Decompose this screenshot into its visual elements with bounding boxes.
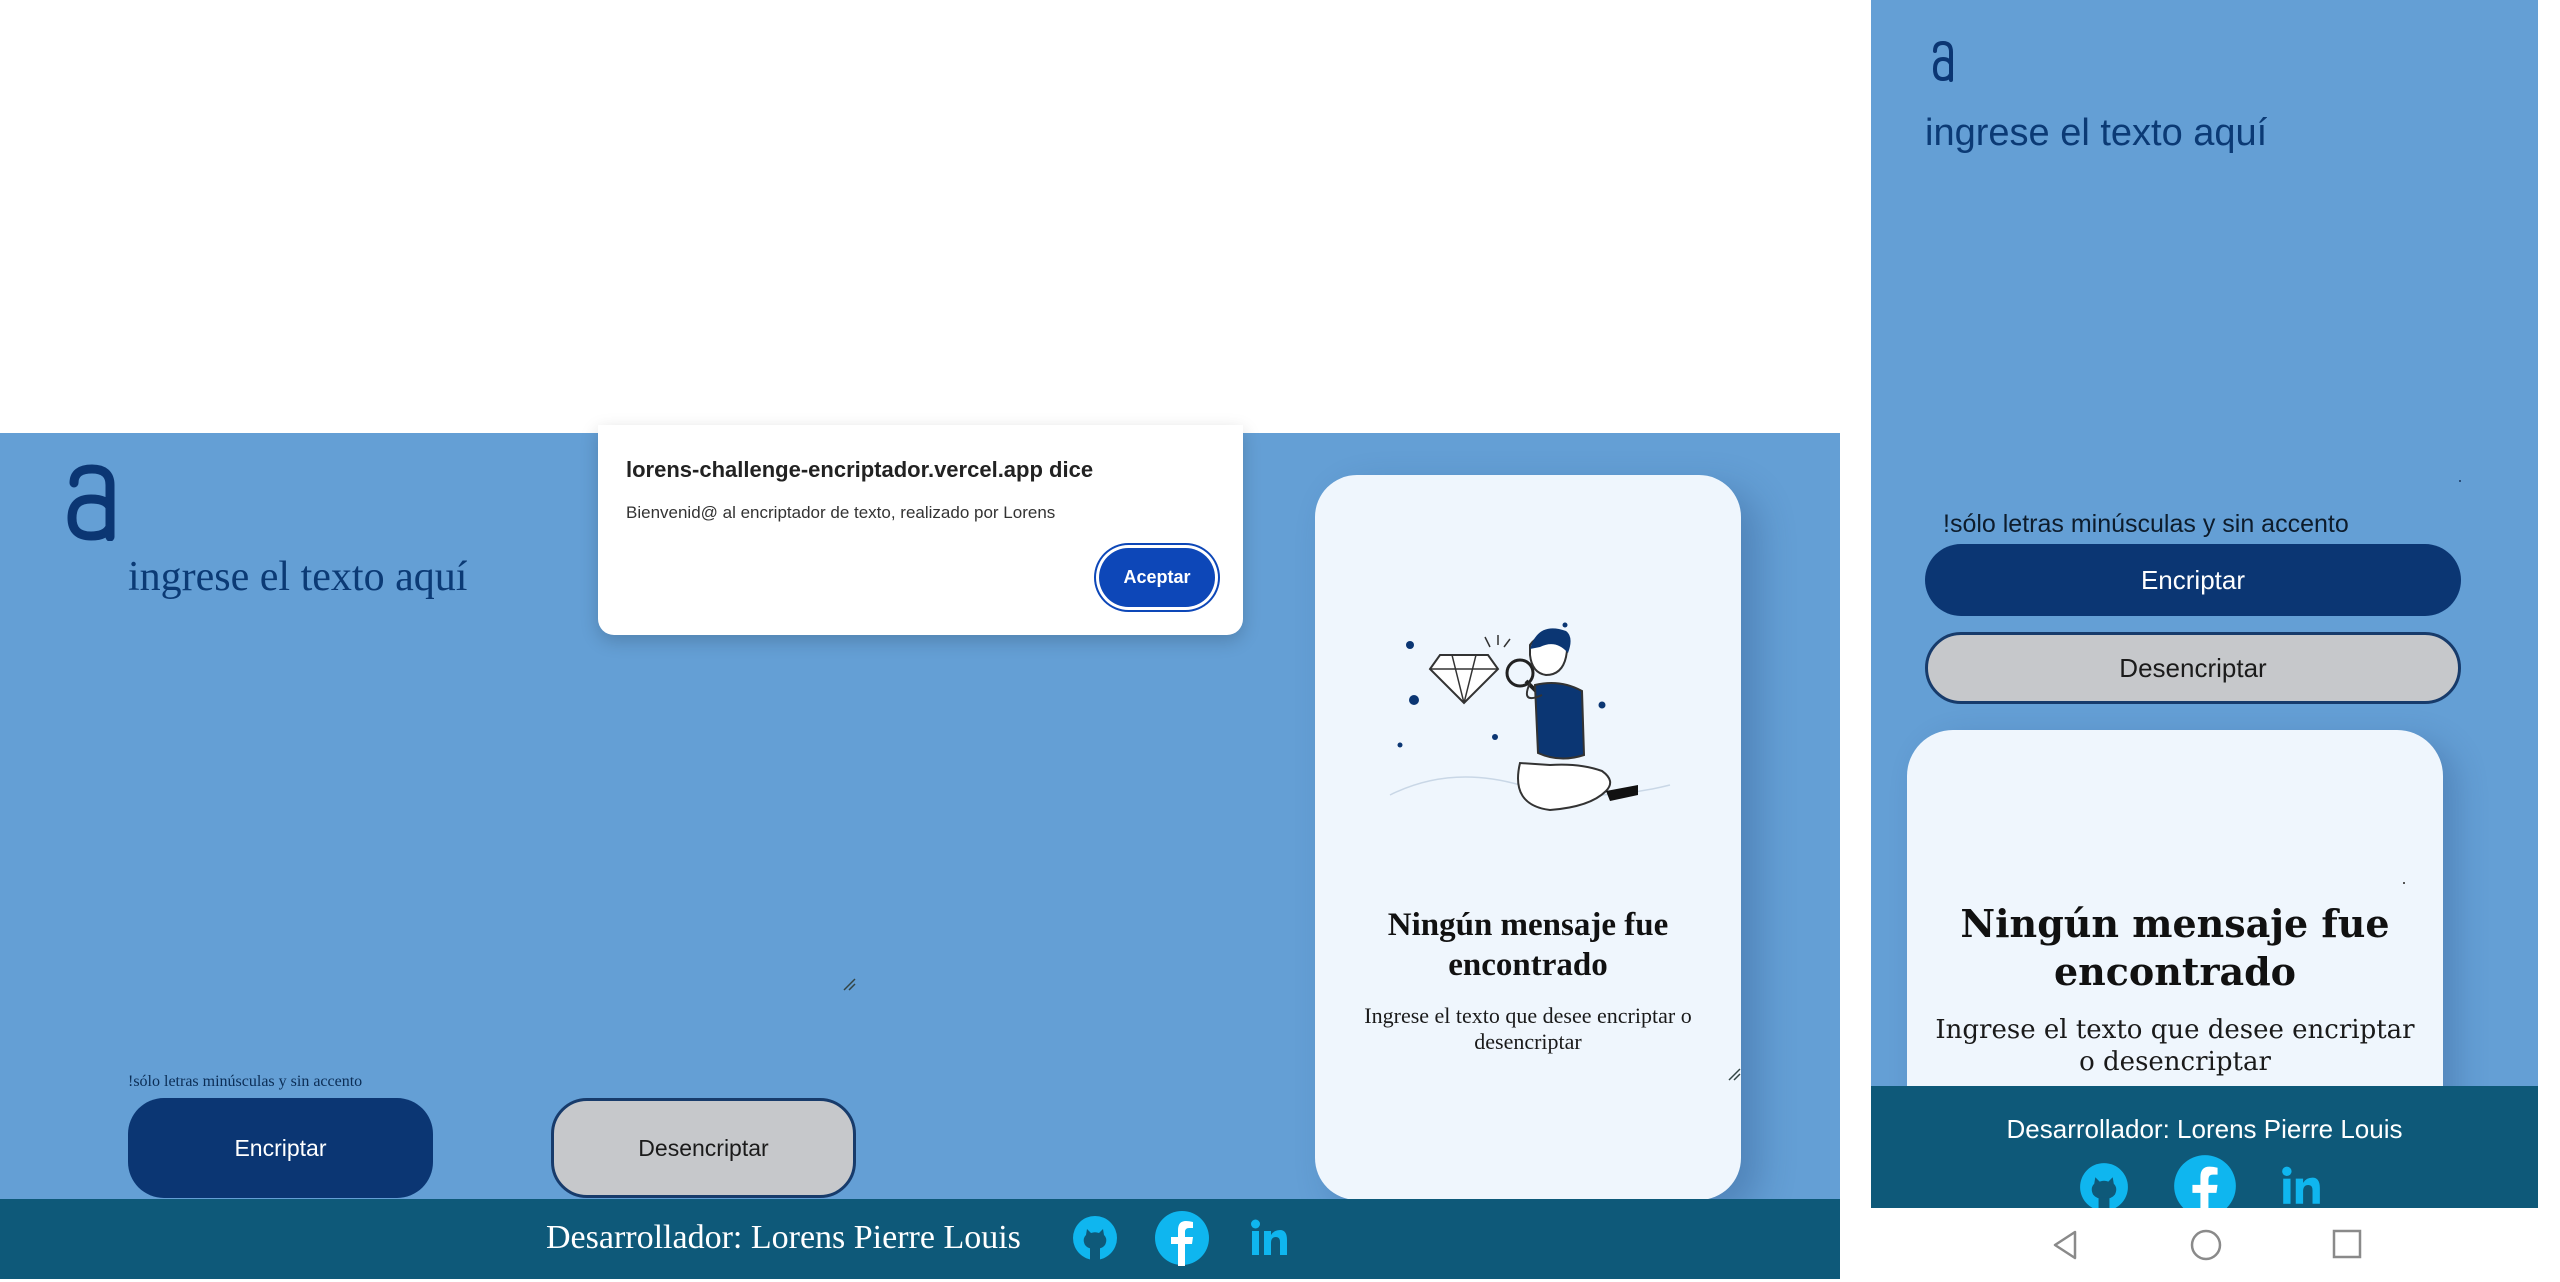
alert-dialog: lorens-challenge-encriptador.vercel.app …: [598, 425, 1243, 635]
input-hint: !sólo letras minúsculas y sin accento: [1943, 510, 2349, 538]
empty-state-title: Ningún mensaje fue encontrado: [1387, 907, 1669, 983]
github-icon[interactable]: [2079, 1162, 2129, 1208]
linkedin-icon[interactable]: [1248, 1217, 1290, 1259]
empty-state-subtitle: Ingrese el texto que desee encriptar o d…: [1364, 1003, 1692, 1054]
output-card: Ningún mensaje fue encontrado Ingrese el…: [1315, 475, 1741, 1200]
android-navbar: [1871, 1208, 2538, 1282]
dialog-message: Bienvenid@ al encriptador de texto, real…: [626, 503, 1056, 522]
mobile-app: ingrese el texto aquí !sólo letras minús…: [1871, 0, 2538, 1282]
resize-handle-icon[interactable]: [2459, 480, 2461, 482]
text-input[interactable]: ingrese el texto aquí: [128, 553, 858, 1113]
resize-handle-icon[interactable]: [2403, 882, 2405, 884]
developer-credit: Desarrollador: Lorens Pierre Louis: [2006, 1114, 2403, 1144]
text-input-placeholder: ingrese el texto aquí: [128, 554, 468, 600]
person-inspecting-diamond-illustration: [1389, 622, 1671, 812]
letter-a-logo-icon: [1932, 40, 1953, 82]
text-input-placeholder: ingrese el texto aquí: [1925, 112, 2268, 154]
decrypt-button[interactable]: Desencriptar: [1925, 632, 2461, 704]
resize-handle-icon[interactable]: [842, 977, 856, 991]
letter-a-logo-icon: [67, 464, 115, 541]
input-hint: !sólo letras minúsculas y sin accento: [128, 1073, 363, 1090]
decrypt-button[interactable]: Desencriptar: [551, 1098, 856, 1198]
nav-back-icon[interactable]: [2049, 1228, 2083, 1262]
accept-button[interactable]: Aceptar: [1099, 548, 1215, 607]
linkedin-icon[interactable]: [2279, 1164, 2323, 1208]
encrypt-button[interactable]: Encriptar: [128, 1098, 433, 1198]
text-input[interactable]: ingrese el texto aquí: [1925, 112, 2485, 155]
footer: Desarrollador: Lorens Pierre Louis: [1871, 1086, 2538, 1208]
nav-recent-apps-icon[interactable]: [2331, 1228, 2363, 1260]
github-icon[interactable]: [1072, 1215, 1118, 1261]
developer-credit: Desarrollador: Lorens Pierre Louis: [546, 1219, 1021, 1256]
dialog-title: lorens-challenge-encriptador.vercel.app …: [626, 457, 1094, 482]
facebook-icon[interactable]: [2173, 1154, 2237, 1208]
empty-state-title: Ningún mensaje fue encontrado: [1960, 901, 2390, 994]
encrypt-button[interactable]: Encriptar: [1925, 544, 2461, 616]
empty-state-subtitle: Ingrese el texto que desee encriptar o d…: [1935, 1015, 2415, 1077]
resize-handle-icon[interactable]: [1727, 1067, 1741, 1081]
footer: Desarrollador: Lorens Pierre Louis: [0, 1199, 1840, 1279]
nav-home-icon[interactable]: [2189, 1228, 2223, 1262]
facebook-icon[interactable]: [1154, 1210, 1210, 1266]
